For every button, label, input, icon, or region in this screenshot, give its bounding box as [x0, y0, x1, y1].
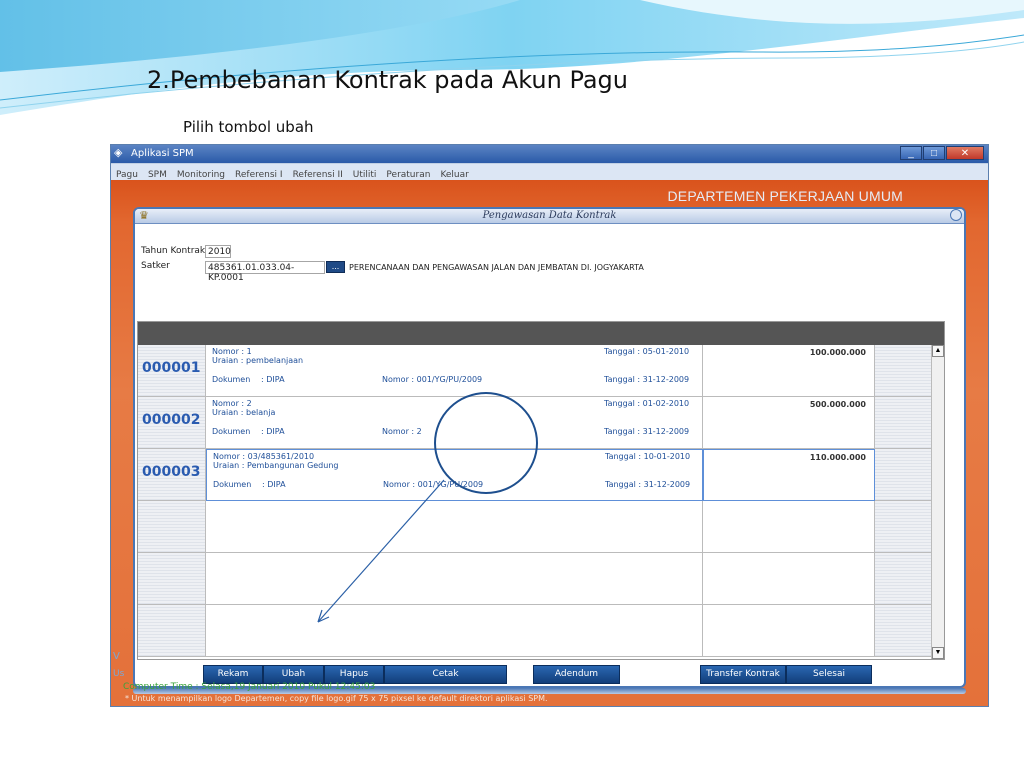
row-description-cell — [206, 605, 703, 657]
satker-label: Satker — [141, 261, 170, 271]
table-row[interactable]: 000001 Nomor : 1 Uraian : pembelanjaan D… — [138, 345, 944, 397]
row-doc-nomor: Nomor : 001/YG/PU/2009 — [382, 375, 483, 384]
row-uraian: Uraian : pembelanjaan — [212, 356, 304, 365]
form-titlebar: ♛ Pengawasan Data Kontrak — [135, 209, 964, 224]
row-nomor: Nomor : 2 — [212, 399, 252, 408]
row-dokumen-value: : DIPA — [261, 375, 285, 384]
window-titlebar[interactable]: ◈ Aplikasi SPM _ □ ✕ — [111, 145, 988, 163]
row-amount: 110.000.000 — [809, 453, 866, 462]
minimize-button[interactable]: _ — [900, 146, 922, 160]
row-dokumen-value: : DIPA — [261, 427, 285, 436]
panel-toggle-icon[interactable] — [950, 209, 962, 221]
row-tanggal-dokumen: Tanggal : 31-12-2009 — [604, 375, 690, 384]
row-tanggal: Tanggal : 05-01-2010 — [604, 347, 690, 356]
window-title: Aplikasi SPM — [131, 148, 194, 159]
status-partial-v: V — [113, 651, 120, 662]
window-controls: _ □ ✕ — [899, 146, 984, 160]
satker-code-field[interactable]: 485361.01.033.04-KP.0001 — [205, 261, 325, 283]
satker-lookup-button[interactable]: ... — [326, 261, 345, 273]
table-row[interactable]: 000002 Nomor : 2 Uraian : belanja Dokume… — [138, 397, 944, 449]
table-row-empty — [138, 553, 944, 605]
cetak-button[interactable]: Cetak — [384, 665, 507, 684]
row-code: 000002 — [142, 412, 201, 428]
row-amount-cell: 110.000.000 — [703, 449, 875, 501]
table-row-selected[interactable]: 000003 Nomor : 03/485361/2010 Uraian : P… — [138, 449, 944, 501]
contract-form-panel: ♛ Pengawasan Data Kontrak Tahun Kontrak … — [133, 207, 966, 688]
row-dokumen-label: Dokumen — [212, 375, 251, 384]
scroll-up-icon[interactable]: ▲ — [932, 345, 944, 357]
menu-bar: Pagu SPM Monitoring Referensi I Referensi II… — [111, 164, 988, 181]
transfer-kontrak-button[interactable]: Transfer Kontrak — [700, 665, 786, 684]
department-name: DEPARTEMEN PEKERJAAN UMUM — [667, 188, 903, 204]
row-tanggal: Tanggal : 10-01-2010 — [605, 452, 691, 461]
highlight-circle — [434, 392, 538, 494]
app-window: ◈ Aplikasi SPM _ □ ✕ Pagu SPM Monitoring Re… — [110, 144, 989, 707]
table-header — [138, 322, 944, 345]
satker-name: PERENCANAAN DAN PENGAWASAN JALAN DAN JEM… — [349, 263, 644, 272]
status-partial-us: Us — [113, 669, 125, 679]
close-button[interactable]: ✕ — [946, 146, 984, 160]
row-code-cell: 000003 — [138, 449, 206, 501]
logo-note: * Untuk menampilkan logo Departemen, cop… — [125, 694, 548, 703]
row-dokumen-value: : DIPA — [262, 480, 286, 489]
row-code: 000003 — [142, 464, 201, 480]
row-amount-cell — [703, 553, 875, 605]
row-code-cell: 000001 — [138, 345, 206, 397]
row-tanggal-dokumen: Tanggal : 31-12-2009 — [605, 480, 691, 489]
row-description-cell: Nomor : 1 Uraian : pembelanjaan Dokumen … — [206, 345, 703, 397]
row-description-cell — [206, 501, 703, 553]
row-description-cell — [206, 553, 703, 605]
row-code-cell — [138, 501, 206, 553]
row-uraian: Uraian : Pembangunan Gedung — [213, 461, 339, 470]
row-code: 000001 — [142, 360, 201, 376]
row-code-cell — [138, 553, 206, 605]
row-amount-cell: 100.000.000 — [703, 345, 875, 397]
row-code-cell — [138, 605, 206, 657]
row-amount-cell — [703, 501, 875, 553]
table-scrollbar[interactable]: ▲ ▼ — [931, 345, 944, 659]
computer-time: Computer Time : Selasa,19 Januari 2010 P… — [123, 682, 376, 692]
table-row-empty — [138, 605, 944, 657]
row-amount: 500.000.000 — [809, 400, 866, 409]
scroll-down-icon[interactable]: ▼ — [932, 647, 944, 659]
row-nomor: Nomor : 03/485361/2010 — [213, 452, 315, 461]
row-doc-nomor: Nomor : 2 — [382, 427, 422, 436]
tahun-kontrak-label: Tahun Kontrak — [141, 246, 206, 256]
row-dokumen-label: Dokumen — [212, 427, 251, 436]
contract-table: 000001 Nomor : 1 Uraian : pembelanjaan D… — [137, 321, 945, 660]
row-amount-cell — [703, 605, 875, 657]
slide-subtitle: Pilih tombol ubah — [183, 118, 314, 136]
row-uraian: Uraian : belanja — [212, 408, 276, 417]
app-icon: ◈ — [114, 147, 123, 159]
row-tanggal-dokumen: Tanggal : 31-12-2009 — [604, 427, 690, 436]
row-amount: 100.000.000 — [809, 348, 866, 357]
row-tanggal: Tanggal : 01-02-2010 — [604, 399, 690, 408]
row-nomor: Nomor : 1 — [212, 347, 252, 356]
row-amount-cell: 500.000.000 — [703, 397, 875, 449]
selesai-button[interactable]: Selesai — [786, 665, 872, 684]
row-dokumen-label: Dokumen — [213, 480, 252, 489]
slide-title: 2.Pembebanan Kontrak pada Akun Pagu — [147, 66, 628, 94]
table-row-empty — [138, 501, 944, 553]
row-code-cell: 000002 — [138, 397, 206, 449]
tahun-kontrak-field[interactable]: 2010 — [205, 245, 231, 258]
form-title: Pengawasan Data Kontrak — [482, 210, 617, 221]
maximize-button[interactable]: □ — [923, 146, 945, 160]
adendum-button[interactable]: Adendum — [533, 665, 620, 684]
app-banner: DEPARTEMEN PEKERJAAN UMUM ♛ Pengawasan D… — [111, 180, 988, 706]
